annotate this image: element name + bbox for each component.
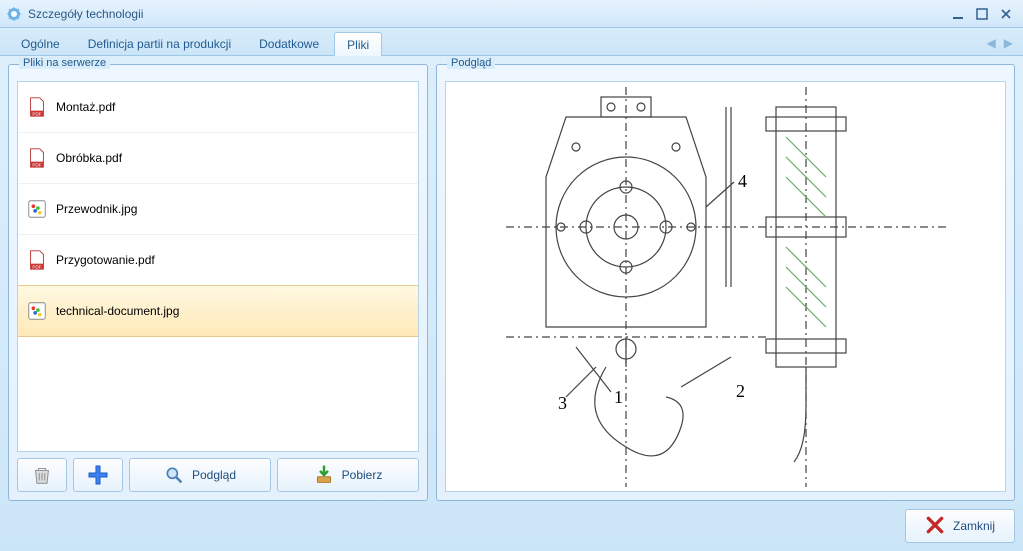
files-panel: Pliki na serwerze PDF Montaż.pdf PDF Obr… <box>8 64 428 501</box>
preview-button[interactable]: Podgląd <box>129 458 271 492</box>
image-icon <box>26 300 48 322</box>
tab-scroll-arrows: ◀ ▶ <box>987 36 1013 50</box>
pdf-icon: PDF <box>26 147 48 169</box>
plus-icon <box>86 463 110 487</box>
file-item[interactable]: Przewodnik.jpg <box>18 184 418 235</box>
tab-batches[interactable]: Definicja partii na produkcji <box>75 31 244 55</box>
close-dialog-button[interactable]: Zamknij <box>905 509 1015 543</box>
close-window-button[interactable] <box>995 5 1017 23</box>
svg-text:PDF: PDF <box>32 162 41 167</box>
tabstrip: Ogólne Definicja partii na produkcji Dod… <box>0 28 1023 56</box>
file-item[interactable]: technical-document.jpg <box>17 285 419 337</box>
download-icon <box>314 465 334 485</box>
file-item-label: Montaż.pdf <box>56 100 115 114</box>
preview-panel-legend: Podgląd <box>447 57 495 69</box>
pdf-icon: PDF <box>26 96 48 118</box>
preview-label-3: 3 <box>558 393 567 413</box>
svg-text:PDF: PDF <box>32 264 41 269</box>
preview-label-1: 1 <box>614 387 623 407</box>
image-icon <box>26 198 48 220</box>
tab-extra[interactable]: Dodatkowe <box>246 31 332 55</box>
minimize-button[interactable] <box>947 5 969 23</box>
close-dialog-label: Zamknij <box>953 519 995 533</box>
file-toolbar: Podgląd Pobierz <box>17 458 419 492</box>
file-item[interactable]: PDF Obróbka.pdf <box>18 133 418 184</box>
files-panel-legend: Pliki na serwerze <box>19 57 110 69</box>
file-item-label: Przygotowanie.pdf <box>56 253 155 267</box>
preview-image: 1 2 3 4 <box>445 81 1006 492</box>
preview-label-4: 4 <box>738 171 747 191</box>
close-x-icon <box>925 515 945 538</box>
tab-files[interactable]: Pliki <box>334 32 382 56</box>
window-title: Szczegóły technologii <box>28 7 945 21</box>
tab-general[interactable]: Ogólne <box>8 31 73 55</box>
titlebar: Szczegóły technologii <box>0 0 1023 28</box>
client-area: Pliki na serwerze PDF Montaż.pdf PDF Obr… <box>0 56 1023 551</box>
pdf-icon: PDF <box>26 249 48 271</box>
delete-file-button[interactable] <box>17 458 67 492</box>
dialog-footer: Zamknij <box>8 501 1015 543</box>
svg-text:PDF: PDF <box>32 111 41 116</box>
file-list[interactable]: PDF Montaż.pdf PDF Obróbka.pdf Przewodni… <box>17 81 419 452</box>
file-item-label: Przewodnik.jpg <box>56 202 137 216</box>
add-file-button[interactable] <box>73 458 123 492</box>
preview-panel: Podgląd <box>436 64 1015 501</box>
magnifier-icon <box>164 465 184 485</box>
preview-button-label: Podgląd <box>192 468 236 482</box>
file-item-label: Obróbka.pdf <box>56 151 122 165</box>
file-item[interactable]: PDF Przygotowanie.pdf <box>18 235 418 286</box>
file-item[interactable]: PDF Montaż.pdf <box>18 82 418 133</box>
download-button-label: Pobierz <box>342 468 383 482</box>
tab-scroll-right[interactable]: ▶ <box>1004 36 1013 50</box>
tab-scroll-left[interactable]: ◀ <box>987 36 996 50</box>
trash-icon <box>31 464 53 486</box>
download-button[interactable]: Pobierz <box>277 458 419 492</box>
preview-label-2: 2 <box>736 381 745 401</box>
maximize-button[interactable] <box>971 5 993 23</box>
file-item-label: technical-document.jpg <box>56 304 179 318</box>
app-icon <box>6 6 22 22</box>
